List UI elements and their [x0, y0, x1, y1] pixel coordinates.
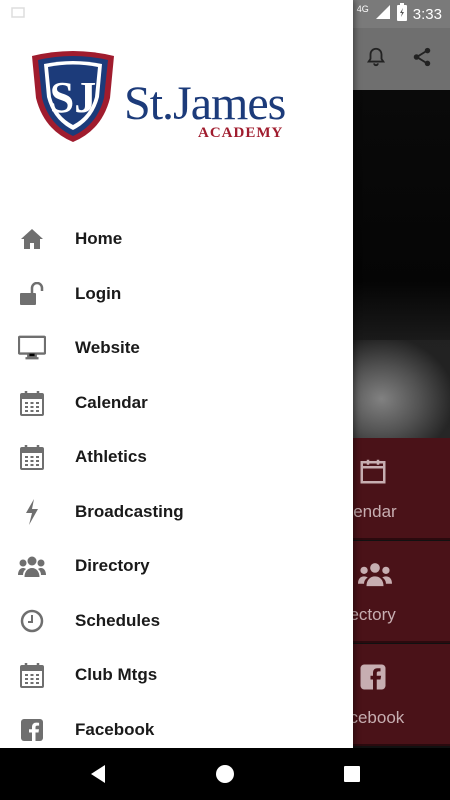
menu-label: Athletics — [75, 447, 147, 467]
share-icon[interactable] — [410, 46, 434, 70]
menu-label: Broadcasting — [75, 501, 184, 521]
calendar-icon — [18, 443, 46, 471]
calendar-icon — [18, 661, 46, 689]
recents-icon[interactable] — [340, 762, 364, 786]
system-navigation-bar — [0, 748, 450, 800]
menu-item-home[interactable]: Home — [0, 212, 353, 267]
unlock-icon — [18, 280, 46, 308]
bell-icon[interactable] — [364, 46, 388, 70]
battery-icon — [396, 3, 407, 25]
menu-item-website[interactable]: Website — [0, 321, 353, 376]
menu-item-club-mtgs[interactable]: Club Mtgs — [0, 648, 353, 703]
clock-time: 3:33 — [412, 5, 442, 23]
menu-label: Club Mtgs — [75, 665, 158, 685]
calendar-icon — [358, 456, 388, 493]
network-indicator: 4G — [356, 4, 369, 14]
navigation-drawer: SJ St.James ACADEMY Home Login Website C… — [0, 0, 353, 748]
facebook-icon — [18, 716, 46, 744]
menu-item-athletics[interactable]: Athletics — [0, 430, 353, 485]
school-logo: SJ St.James ACADEMY — [28, 50, 328, 150]
menu-item-broadcasting[interactable]: Broadcasting — [0, 485, 353, 540]
back-icon[interactable] — [86, 762, 110, 786]
school-subtitle: ACADEMY — [198, 125, 284, 141]
shield-icon: SJ — [32, 51, 114, 142]
home-button-icon[interactable] — [213, 762, 237, 786]
drawer-status-area — [0, 0, 353, 28]
bolt-icon — [18, 498, 46, 526]
menu-label: Schedules — [75, 610, 161, 630]
menu-item-calendar[interactable]: Calendar — [0, 376, 353, 431]
signal-icon — [375, 4, 391, 24]
svg-text:SJ: SJ — [50, 73, 96, 122]
monitor-icon — [18, 334, 46, 362]
menu-label: Home — [75, 229, 123, 249]
menu-label: Login — [75, 283, 122, 303]
menu-item-directory[interactable]: Directory — [0, 539, 353, 594]
home-icon — [18, 225, 46, 253]
clock-icon — [18, 607, 46, 635]
drawer-menu: Home Login Website Calendar Athletics Br… — [0, 212, 353, 748]
users-icon — [18, 552, 46, 580]
menu-label: Facebook — [75, 719, 155, 739]
menu-item-facebook[interactable]: Facebook — [0, 703, 353, 749]
calendar-icon — [18, 389, 46, 417]
menu-label: Website — [75, 338, 140, 358]
menu-item-schedules[interactable]: Schedules — [0, 594, 353, 649]
facebook-icon — [358, 662, 388, 699]
status-bar: 4G 3:33 — [356, 3, 442, 25]
school-name: St.James — [124, 77, 286, 130]
menu-label: Directory — [75, 556, 150, 576]
menu-label: Calendar — [75, 392, 148, 412]
users-icon — [358, 559, 392, 596]
menu-item-login[interactable]: Login — [0, 267, 353, 322]
notification-icon — [10, 6, 26, 25]
